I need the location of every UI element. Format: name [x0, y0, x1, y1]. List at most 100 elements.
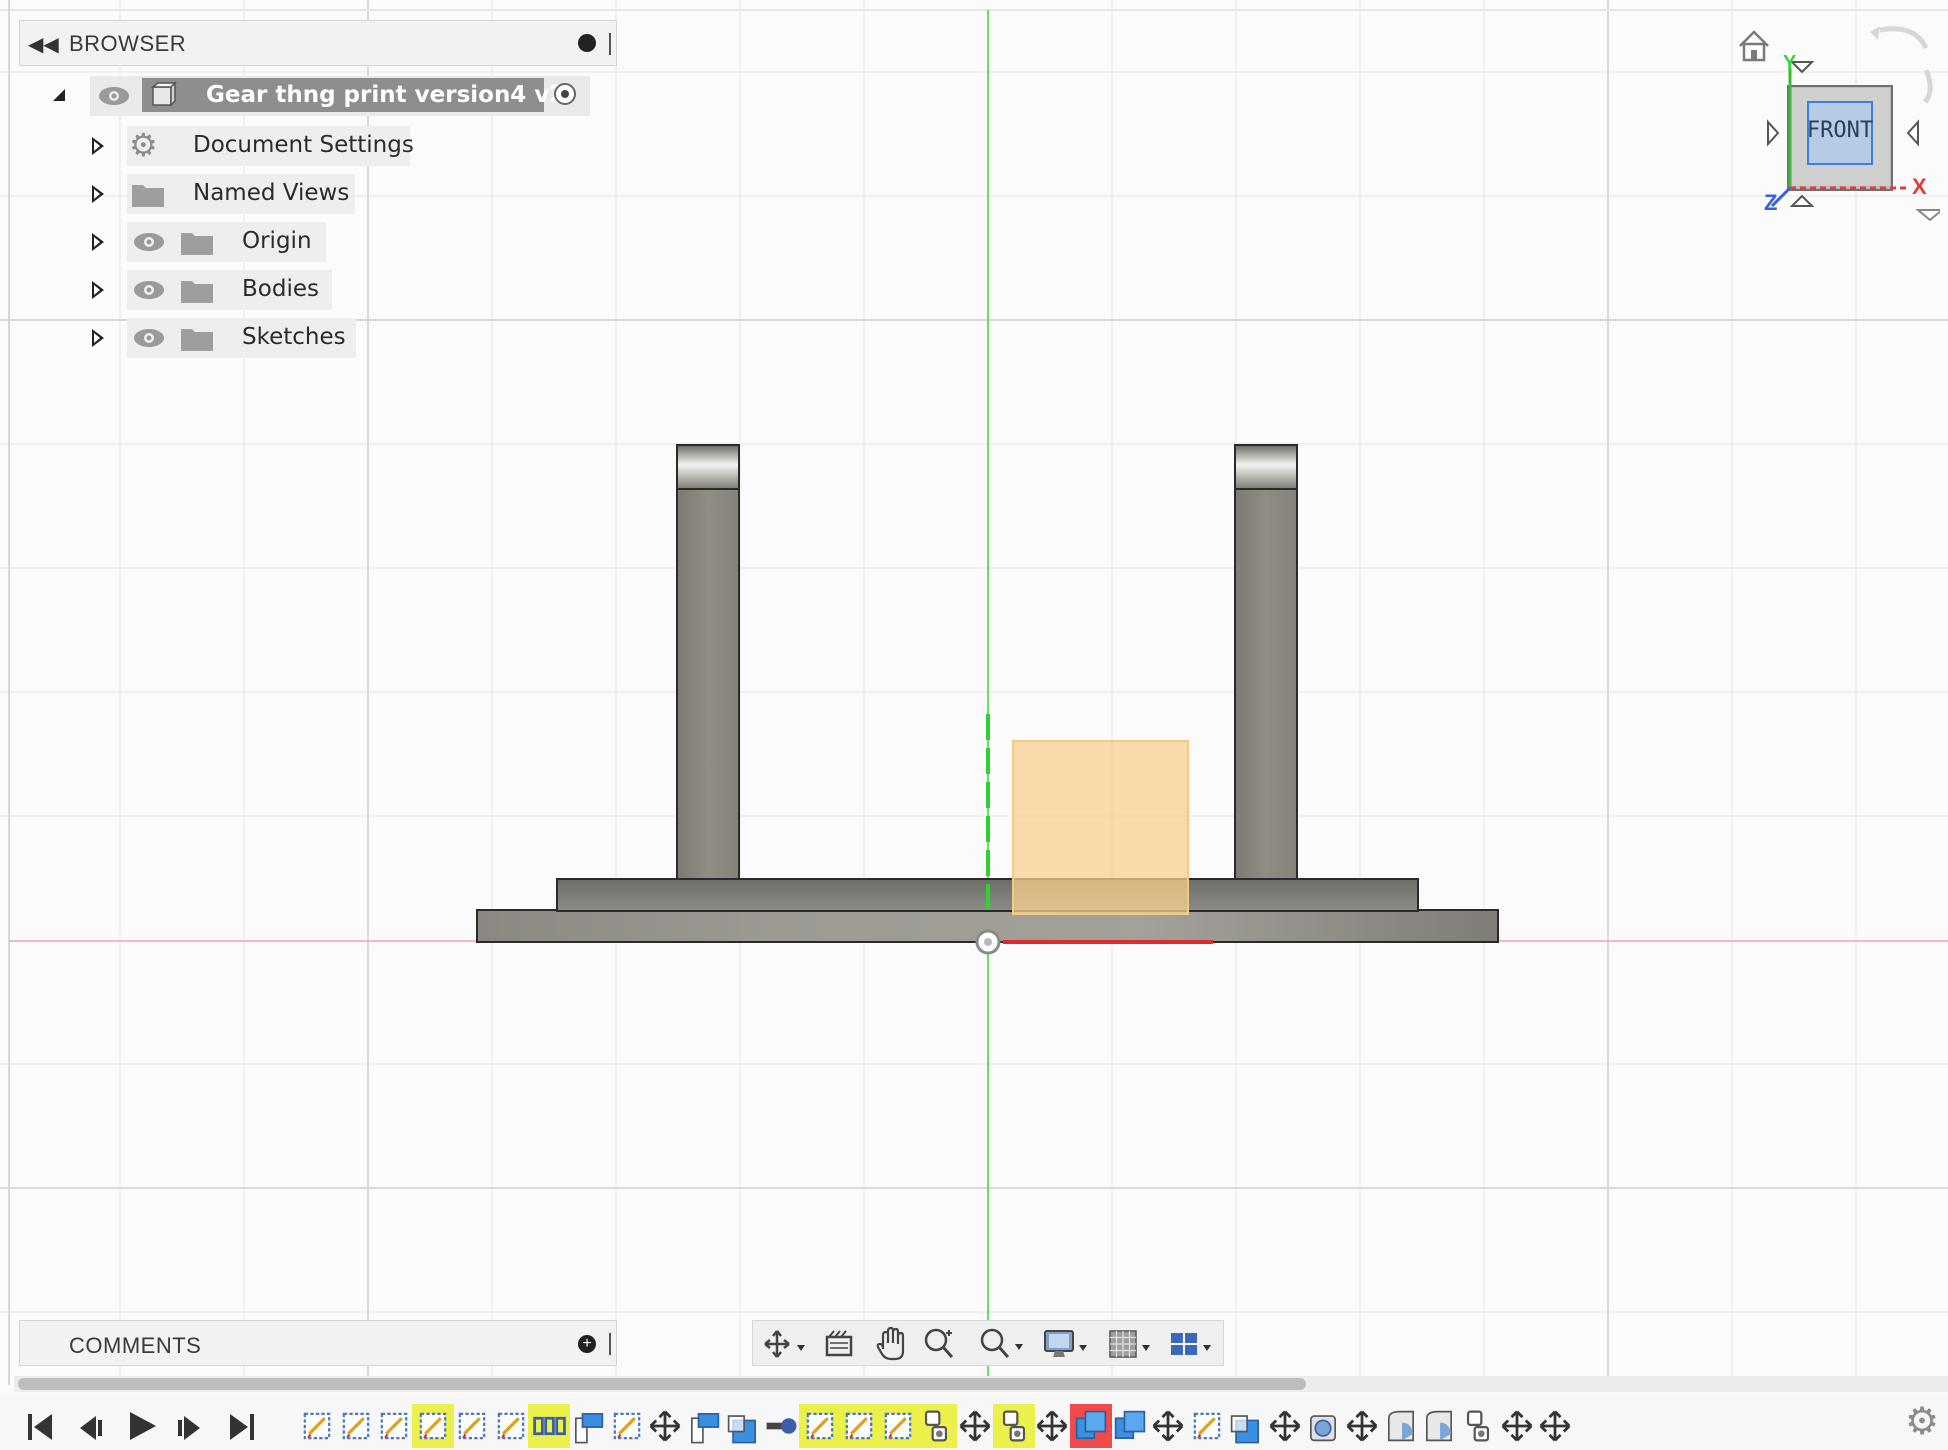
timeline-feature-sketch-icon[interactable] [838, 1404, 880, 1448]
timeline-feature-move-icon[interactable] [1496, 1404, 1538, 1448]
timeline-feature-sketch-icon[interactable] [373, 1404, 415, 1448]
browser-item-named-views[interactable]: Named Views [45, 174, 425, 214]
home-icon [1739, 30, 1769, 62]
timeline-feature-move-icon[interactable] [954, 1404, 996, 1448]
sketch-icon [303, 1412, 331, 1440]
sketch-profile [1012, 740, 1189, 915]
move-icon [1269, 1410, 1301, 1442]
folder-icon [131, 182, 165, 213]
timeline-feature-extrude-icon[interactable] [567, 1404, 609, 1448]
timeline-feature-sketch-icon[interactable] [606, 1404, 648, 1448]
sketch-icon [845, 1412, 873, 1440]
visibility-eye-icon[interactable] [132, 278, 166, 307]
move-icon [1152, 1410, 1184, 1442]
zoom-icon [924, 1328, 954, 1359]
folder-icon [180, 326, 214, 357]
add-comment-icon[interactable]: + [578, 1335, 596, 1353]
timeline-feature-sketch-icon[interactable] [799, 1404, 841, 1448]
view-right-arrow-icon [1906, 119, 1919, 147]
sketch-icon [342, 1412, 370, 1440]
timeline-feature-fillet-icon[interactable] [1380, 1404, 1422, 1448]
timeline-feature-move-icon[interactable] [1341, 1404, 1383, 1448]
timeline-feature-sketch-icon[interactable] [490, 1404, 532, 1448]
timeline-feature-joint-icon[interactable] [760, 1404, 802, 1448]
browser-item-sketches[interactable]: Sketches [45, 318, 425, 358]
sketch-icon [497, 1412, 525, 1440]
model-scene[interactable] [0, 0, 1948, 1450]
timeline-feature-sketch-icon[interactable] [451, 1404, 493, 1448]
browser-item-bodies[interactable]: Bodies [45, 270, 425, 310]
collapse-panel-icon[interactable]: ◀◀ [28, 32, 59, 57]
timeline-feature-pattern-icon[interactable] [528, 1404, 570, 1448]
visibility-eye-icon[interactable] [132, 230, 166, 259]
skip-to-start-icon [28, 1414, 52, 1440]
timeline-feature-box-icon[interactable] [722, 1404, 764, 1448]
root-label[interactable]: Gear thng print version4 v2 [206, 82, 565, 108]
expanded-triangle-icon[interactable] [53, 89, 65, 101]
activate-radio-icon[interactable] [554, 83, 576, 105]
pan-icon [876, 1326, 905, 1361]
box-icon [1230, 1415, 1259, 1444]
component-icon [1466, 1410, 1490, 1442]
document-settings-label: Document Settings [193, 132, 414, 158]
visibility-eye-icon[interactable] [132, 326, 166, 355]
timeline-feature-sketch-icon[interactable] [412, 1404, 454, 1448]
shell-icon [1310, 1415, 1336, 1442]
browser-root-row[interactable]: Gear thng print version4 v2 [45, 76, 595, 116]
sketch-icon [613, 1412, 641, 1440]
move-icon [1539, 1410, 1571, 1442]
extrude-icon [691, 1413, 720, 1444]
sketch-icon [458, 1412, 486, 1440]
timeline-feature-move-icon[interactable] [1147, 1404, 1189, 1448]
sketch-icon [806, 1412, 834, 1440]
timeline-scrollbar-thumb[interactable] [18, 1378, 1306, 1390]
timeline-scrollbar-track[interactable] [14, 1376, 1948, 1392]
timeline-feature-component-icon[interactable] [1457, 1404, 1499, 1448]
named-views-label: Named Views [193, 180, 350, 206]
browser-item-origin[interactable]: Origin [45, 222, 425, 262]
panel-divider [609, 33, 611, 55]
timeline-settings-gear-icon[interactable]: ⚙ [1905, 1402, 1939, 1442]
browser-panel-header: ◀◀ BROWSER [19, 20, 617, 66]
comments-panel-header[interactable]: COMMENTS + [19, 1320, 617, 1366]
viewcube[interactable]: FRONT Y X Z [1730, 20, 1945, 230]
timeline-feature-sketch-icon[interactable] [877, 1404, 919, 1448]
move-icon [959, 1410, 991, 1442]
timeline-feature-move-icon[interactable] [1264, 1404, 1306, 1448]
timeline-feature-extrude-icon[interactable] [683, 1404, 725, 1448]
timeline-feature-fillet-icon[interactable] [1418, 1404, 1460, 1448]
timeline-feature-move-icon[interactable] [644, 1404, 686, 1448]
fillet-icon [1388, 1410, 1414, 1442]
timeline-feature-box-icon[interactable] [1225, 1404, 1267, 1448]
component-icon [149, 81, 177, 114]
viewcube-face-label[interactable]: FRONT [1806, 118, 1874, 143]
move-icon [649, 1410, 681, 1442]
timeline-feature-component-icon[interactable] [993, 1404, 1035, 1448]
move-icon [1036, 1410, 1068, 1442]
visibility-eye-icon[interactable] [97, 84, 131, 113]
timeline-feature-sketch-icon[interactable] [335, 1404, 377, 1448]
joint-icon [766, 1418, 797, 1434]
timeline-feature-move-icon[interactable] [1534, 1404, 1576, 1448]
sketch-icon [380, 1412, 408, 1440]
view-left-arrow-icon [1767, 119, 1780, 147]
pattern-icon [533, 1416, 566, 1436]
play-icon [130, 1412, 156, 1440]
skip-to-end-icon [230, 1414, 254, 1440]
timeline-feature-sketch-icon[interactable] [1186, 1404, 1228, 1448]
timeline-feature-sketch-icon[interactable] [296, 1404, 338, 1448]
timeline-feature-combine-icon[interactable] [1109, 1404, 1151, 1448]
timeline-feature-component-icon[interactable] [915, 1404, 957, 1448]
canvas-viewport[interactable]: ◀◀ BROWSER Gear thng print version4 v2 ⚙… [0, 0, 1948, 1450]
extrude-icon [575, 1413, 604, 1444]
timeline-feature-shell-icon[interactable] [1302, 1404, 1344, 1448]
timeline-feature-move-icon[interactable] [1031, 1404, 1073, 1448]
look-at-icon [825, 1330, 853, 1357]
gear-icon: ⚙ [129, 127, 158, 163]
hide-panel-icon[interactable] [578, 34, 596, 52]
display-settings-icon [1044, 1330, 1087, 1357]
axis-y-label: Y [1783, 52, 1797, 74]
timeline-feature-combine-icon[interactable] [1070, 1404, 1112, 1448]
sketch-icon [419, 1412, 447, 1440]
browser-item-document-settings[interactable]: ⚙ Document Settings [45, 126, 425, 166]
